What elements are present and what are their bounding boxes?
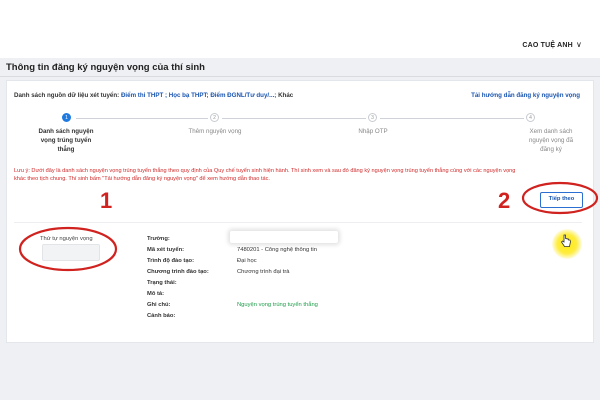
annotation-number-2: 2 [498, 188, 511, 213]
hand-cursor-icon [560, 234, 571, 247]
annotation-circle-2 [521, 181, 599, 215]
annotation-circle-1 [18, 226, 118, 272]
annotation-number-1: 1 [100, 188, 113, 213]
